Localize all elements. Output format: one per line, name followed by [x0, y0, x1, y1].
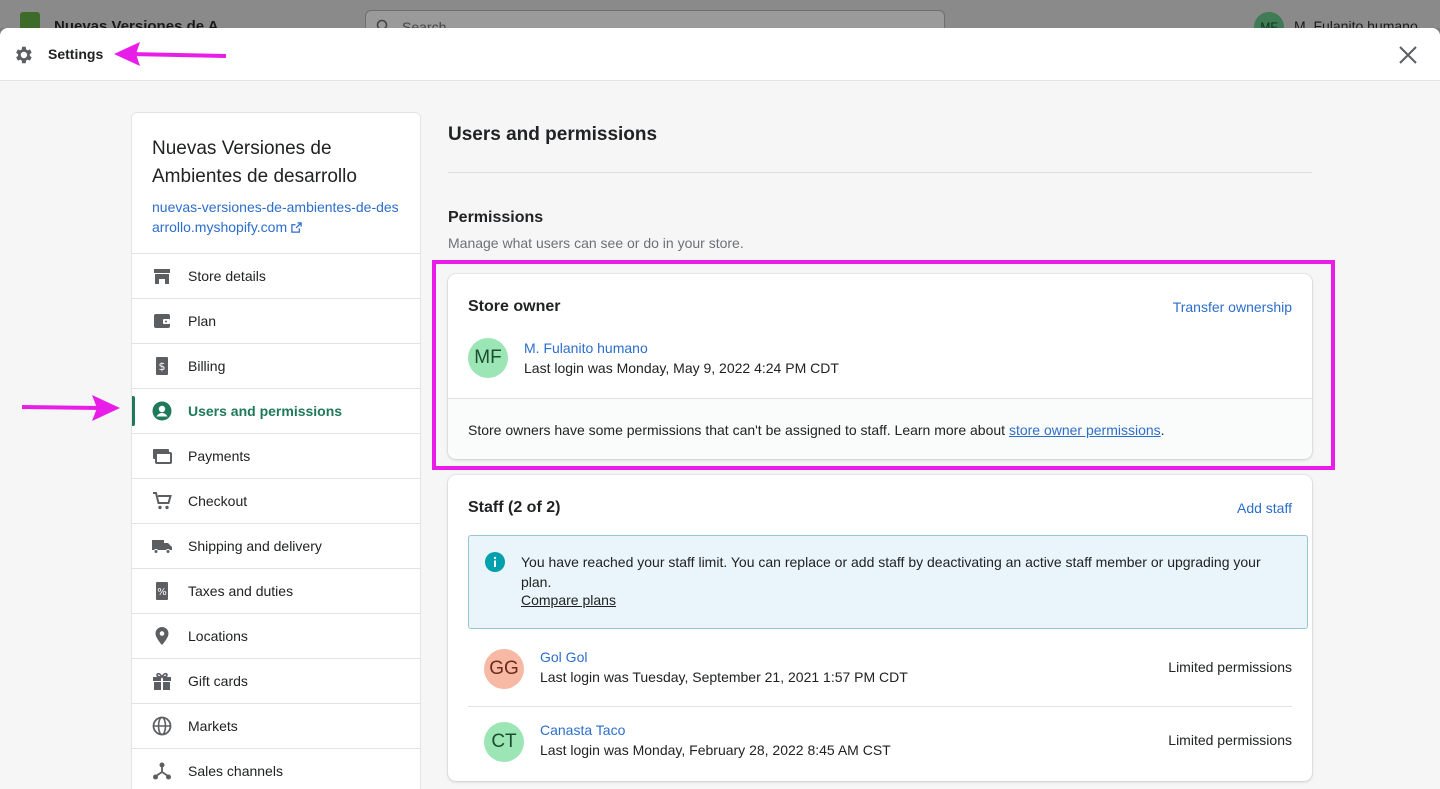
sidebar-item-label: Payments — [188, 448, 251, 464]
banner-message: You have reached your staff limit. You c… — [521, 554, 1261, 590]
staff-permissions-level: Limited permissions — [1168, 732, 1292, 748]
sidebar-item-plan[interactable]: Plan — [132, 299, 420, 344]
staff-last-login: Last login was Tuesday, September 21, 20… — [540, 669, 908, 685]
avatar: CT — [484, 722, 524, 762]
page-title: Users and permissions — [448, 124, 658, 145]
staff-limit-banner: You have reached your staff limit. You c… — [468, 535, 1308, 629]
sidebar-item-gift-cards[interactable]: Gift cards — [132, 659, 420, 704]
user-icon — [152, 401, 172, 421]
payments-icon — [152, 446, 172, 466]
plan-icon — [152, 311, 172, 331]
info-icon — [485, 552, 505, 572]
store-url-link[interactable]: nuevas-versiones-de-ambientes-de-desarro… — [152, 197, 400, 237]
staff-permissions-level: Limited permissions — [1168, 659, 1292, 675]
billing-icon: $ — [152, 356, 172, 376]
compare-plans-link[interactable]: Compare plans — [521, 592, 616, 608]
external-link-icon — [291, 222, 302, 233]
sidebar-item-payments[interactable]: Payments — [132, 434, 420, 479]
settings-sidebar: Nuevas Versiones de Ambientes de desarro… — [131, 112, 421, 789]
svg-text:$: $ — [159, 360, 166, 373]
staff-name-link[interactable]: Gol Gol — [540, 649, 587, 665]
sidebar-item-label: Sales channels — [188, 763, 283, 779]
permissions-heading: Permissions — [448, 209, 544, 226]
sidebar-item-label: Checkout — [188, 493, 248, 509]
modal-title: Settings — [48, 46, 104, 62]
channels-icon — [152, 761, 172, 781]
row-divider — [468, 706, 1292, 707]
list-item: CT Canasta Taco Last login was Monday, F… — [468, 718, 1292, 789]
sidebar-item-checkout[interactable]: Checkout — [132, 479, 420, 524]
sidebar-item-label: Store details — [188, 268, 266, 284]
avatar: GG — [484, 649, 524, 689]
sidebar-item-label: Markets — [188, 718, 238, 734]
truck-icon — [152, 536, 172, 556]
store-name: Nuevas Versiones de Ambientes de desarro… — [152, 138, 357, 187]
store-header: Nuevas Versiones de Ambientes de desarro… — [132, 113, 420, 254]
annotation-arrow-icon — [114, 42, 227, 66]
sidebar-item-shipping[interactable]: Shipping and delivery — [132, 524, 420, 569]
sidebar-item-label: Billing — [188, 358, 226, 374]
staff-card: Staff (2 of 2) Add staff You have reache… — [448, 475, 1312, 781]
gear-icon — [16, 46, 32, 64]
sidebar-item-label: Locations — [188, 628, 248, 644]
permissions-description: Manage what users can see or do in your … — [448, 235, 744, 251]
store-url-text: nuevas-versiones-de-ambientes-de-desarro… — [152, 199, 399, 235]
sidebar-item-label: Shipping and delivery — [188, 538, 322, 554]
tax-icon: % — [152, 581, 172, 601]
sidebar-item-locations[interactable]: Locations — [132, 614, 420, 659]
globe-icon — [152, 716, 172, 736]
sidebar-item-label: Gift cards — [188, 673, 248, 689]
close-icon[interactable] — [1396, 43, 1420, 67]
sidebar-item-label: Plan — [188, 313, 217, 329]
sidebar-item-label: Users and permissions — [188, 403, 343, 419]
svg-text:%: % — [157, 587, 167, 598]
staff-title: Staff (2 of 2) — [468, 499, 561, 516]
store-icon — [152, 266, 172, 286]
sidebar-item-sales-channels[interactable]: Sales channels — [132, 749, 420, 789]
sidebar-item-label: Taxes and duties — [188, 583, 294, 599]
location-icon — [152, 626, 172, 646]
list-item: GG Gol Gol Last login was Tuesday, Septe… — [468, 645, 1292, 718]
settings-modal: Settings Nuevas Versiones de Ambientes d… — [0, 28, 1440, 789]
gift-icon — [152, 671, 172, 691]
annotation-arrow-icon — [21, 395, 120, 421]
cart-icon — [152, 491, 172, 511]
sidebar-item-taxes[interactable]: % Taxes and duties — [132, 569, 420, 614]
annotation-highlight-box — [432, 260, 1335, 470]
sidebar-item-users-and-permissions[interactable]: Users and permissions — [132, 389, 420, 434]
add-staff-link[interactable]: Add staff — [1237, 500, 1292, 516]
sidebar-item-billing[interactable]: $ Billing — [132, 344, 420, 389]
sidebar-item-markets[interactable]: Markets — [132, 704, 420, 749]
sidebar-item-store-details[interactable]: Store details — [132, 254, 420, 299]
background-top-bar: Nuevas Versiones de A... Search MF M. Fu… — [0, 0, 1440, 42]
staff-last-login: Last login was Monday, February 28, 2022… — [540, 742, 891, 758]
staff-name-link[interactable]: Canasta Taco — [540, 722, 625, 738]
title-divider — [448, 172, 1312, 173]
